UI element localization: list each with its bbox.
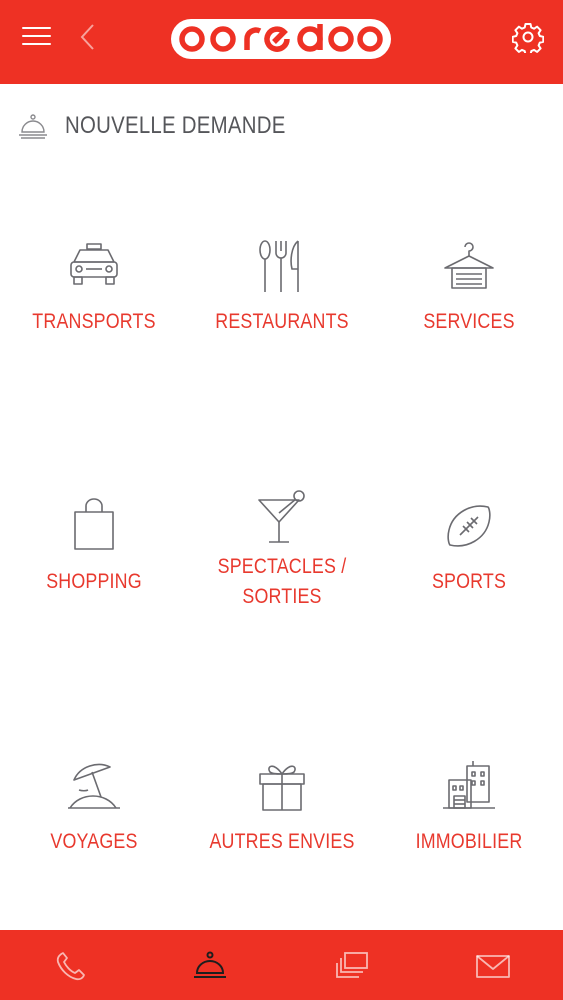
category-shopping[interactable]: SHOPPING [0,420,188,680]
beach-umbrella-icon [68,763,120,809]
bottom-navigation [0,930,563,1000]
top-app-bar [0,0,563,84]
tab-requests[interactable] [140,930,280,1000]
service-bell-icon [194,951,226,978]
back-button[interactable] [76,22,98,52]
shopping-bag-icon [74,498,114,550]
category-immobilier[interactable]: IMMOBILIER [375,680,563,940]
category-label: AUTRES ENVIES [209,830,355,853]
tab-messages[interactable] [423,930,563,1000]
menu-button[interactable] [22,24,52,48]
gift-icon [259,765,305,811]
envelope-icon [476,955,510,978]
ooredoo-logo [171,19,391,59]
category-autres-envies[interactable]: AUTRES ENVIES [188,680,376,940]
tab-history[interactable] [282,930,422,1000]
hamburger-menu-icon-line [22,35,51,37]
category-label: SPECTACLES / [217,555,347,578]
category-label: TRANSPORTS [32,310,156,333]
phone-icon [56,952,85,981]
gear-icon [511,23,545,56]
hamburger-menu-icon-line [22,43,51,45]
buildings-icon [443,761,495,809]
tab-phone[interactable] [0,930,140,1000]
taxi-icon [70,243,118,285]
category-sports[interactable]: SPORTS [375,420,563,680]
category-label: SHOPPING [46,570,142,593]
category-spectacles-sorties[interactable]: SPECTACLES / SORTIES [188,420,376,680]
stacked-cards-icon [336,952,368,978]
category-transports[interactable]: TRANSPORTS [0,160,188,420]
category-label: RESTAURANTS [215,310,349,333]
category-label: SPORTS [431,570,507,593]
cutlery-icon [259,240,299,292]
football-icon [447,505,491,547]
category-voyages[interactable]: VOYAGES [0,680,188,940]
settings-button[interactable] [511,21,545,56]
hamburger-menu-icon-line [22,27,51,29]
category-label: VOYAGES [50,830,138,853]
chevron-left-icon [80,24,94,50]
hanger-icon [444,242,494,289]
category-label: SERVICES [423,310,515,333]
page-title: NOUVELLE DEMANDE [65,112,286,139]
category-services[interactable]: SERVICES [375,160,563,420]
category-label-line2: SORTIES [242,585,322,608]
category-restaurants[interactable]: RESTAURANTS [188,160,376,420]
service-bell-icon [19,114,47,139]
category-label: IMMOBILIER [415,830,523,853]
category-grid: TRANSPORTS RESTAURANTS SERVICES SHOPPING… [0,160,563,930]
cocktail-icon [258,490,305,543]
